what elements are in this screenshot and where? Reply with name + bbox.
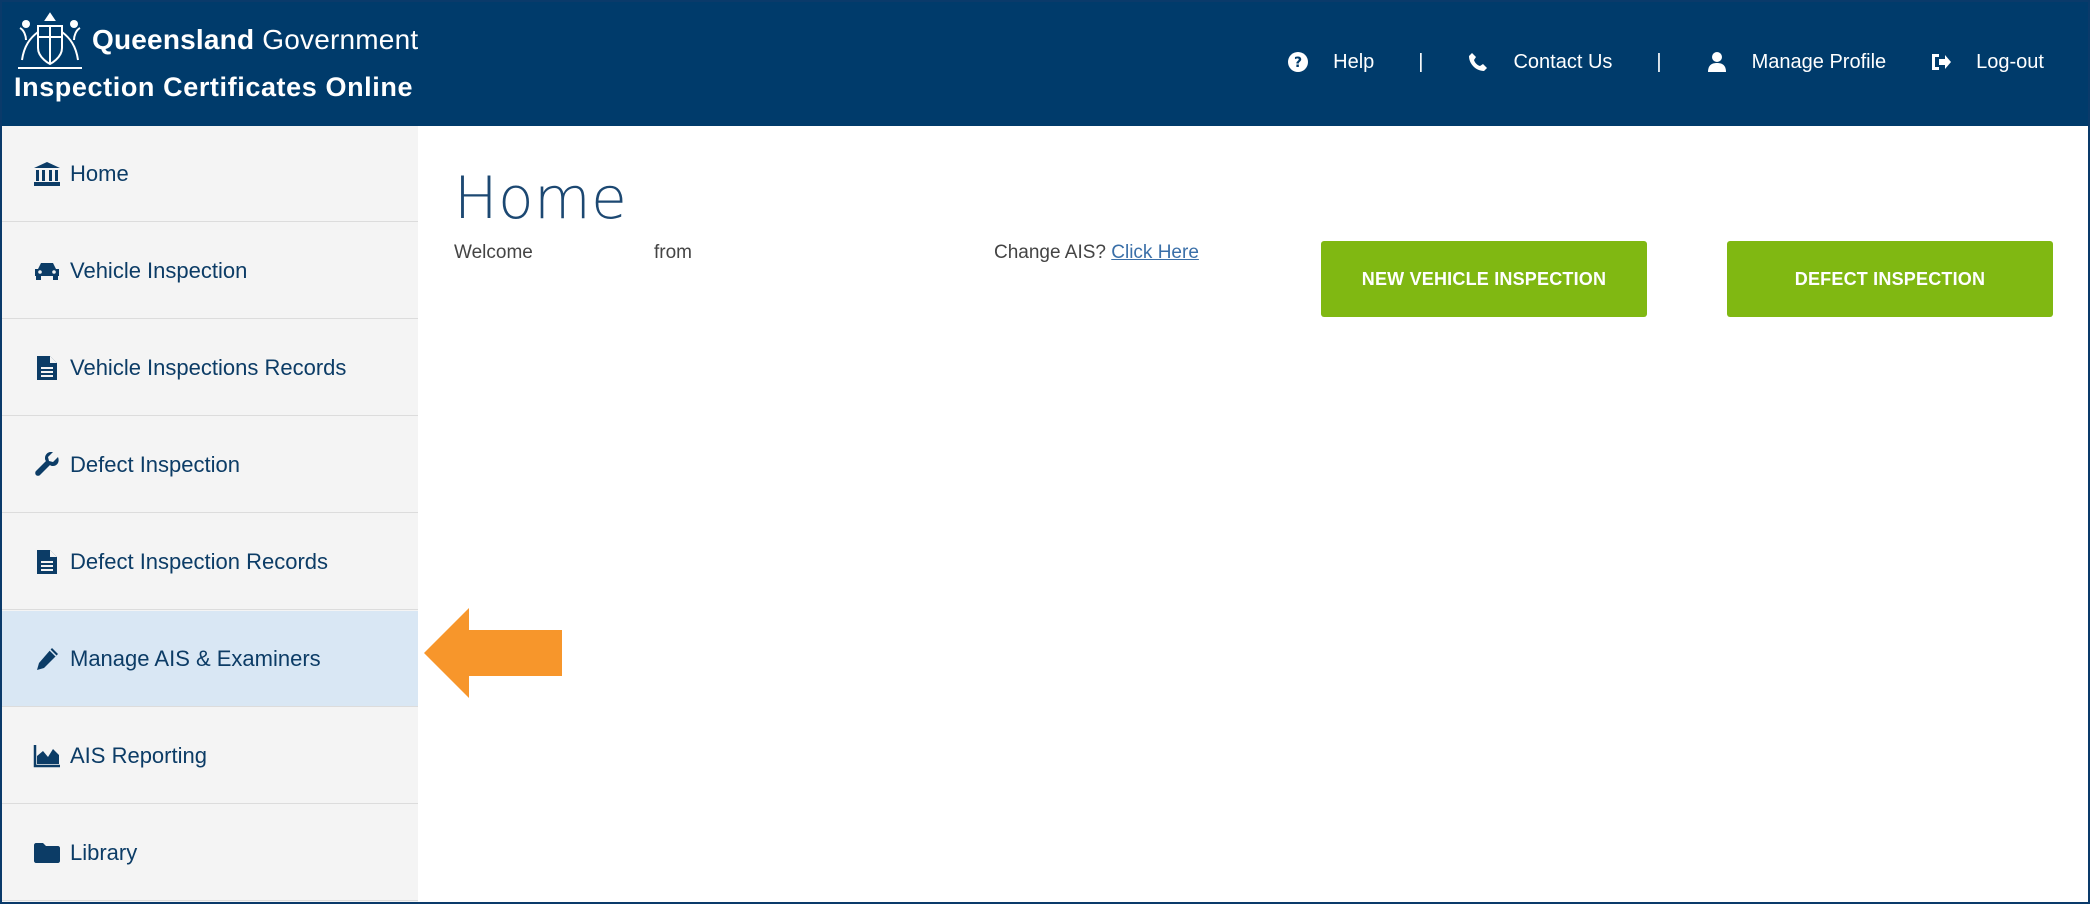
phone-icon xyxy=(1467,51,1489,73)
sidebar-item-home[interactable]: Home xyxy=(2,126,418,222)
sidebar-item-defect-inspection-records[interactable]: Defect Inspection Records xyxy=(2,514,418,610)
from-text: from xyxy=(654,242,692,263)
queensland-crest-icon xyxy=(18,12,82,69)
sidebar-item-label: Defect Inspection Records xyxy=(70,548,329,574)
change-ais: Change AIS? Click Here xyxy=(994,242,1199,264)
sidebar-item-defect-inspection[interactable]: Defect Inspection xyxy=(2,417,418,513)
help-link[interactable]: ? Help xyxy=(1287,51,1374,74)
help-link-label: Help xyxy=(1333,50,1375,73)
sidebar-item-label: Vehicle Inspection xyxy=(70,257,248,283)
sidebar-item-label: Defect Inspection xyxy=(70,451,240,477)
document-icon xyxy=(32,547,62,577)
wrench-icon xyxy=(32,450,62,480)
brand-wordmark[interactable]: Queensland Government xyxy=(92,24,418,56)
new-vehicle-inspection-button[interactable]: NEW VEHICLE INSPECTION xyxy=(1321,241,1647,317)
folder-icon xyxy=(32,838,62,868)
sidebar-item-vehicle-inspection[interactable]: Vehicle Inspection xyxy=(2,223,418,319)
page-title: Home xyxy=(454,164,628,232)
contact-us-link[interactable]: Contact Us xyxy=(1467,51,1612,74)
sidebar-item-ais-reporting[interactable]: AIS Reporting xyxy=(2,708,418,804)
sidebar-item-vehicle-inspections-records[interactable]: Vehicle Inspections Records xyxy=(2,320,418,416)
question-circle-icon: ? xyxy=(1287,51,1309,73)
change-ais-link[interactable]: Click Here xyxy=(1111,242,1199,263)
pencil-icon xyxy=(32,644,62,674)
sidebar-item-label: Library xyxy=(70,839,138,865)
defect-inspection-button[interactable]: DEFECT INSPECTION xyxy=(1727,241,2053,317)
main-content: Home Welcome from Change AIS? Click Here… xyxy=(418,126,2088,902)
document-icon xyxy=(32,353,62,383)
sidebar-item-label: Vehicle Inspections Records xyxy=(70,354,347,380)
logout-icon xyxy=(1930,51,1952,73)
manage-profile-link-label: Manage Profile xyxy=(1751,50,1887,73)
sidebar-item-label: Home xyxy=(70,160,129,186)
sidebar-item-label: Manage AIS & Examiners xyxy=(70,645,321,671)
contact-us-link-label: Contact Us xyxy=(1513,50,1613,73)
logout-link[interactable]: Log-out xyxy=(1930,51,2044,74)
manage-profile-link[interactable]: Manage Profile xyxy=(1706,50,1887,74)
change-ais-prompt: Change AIS? xyxy=(994,242,1106,263)
welcome-text: Welcome xyxy=(454,242,533,263)
car-icon xyxy=(32,256,62,286)
user-icon xyxy=(1706,51,1728,73)
brand-name-bold: Queensland xyxy=(92,24,255,55)
sidebar-item-library[interactable]: Library xyxy=(2,805,418,901)
bank-icon xyxy=(32,159,62,189)
sidebar: Home Vehicle Inspection Vehicle Inspecti… xyxy=(2,126,418,902)
svg-text:?: ? xyxy=(1294,55,1302,71)
nav-separator: | xyxy=(1418,50,1424,73)
top-navigation: ? Help | Contact Us | Manage Profile Log… xyxy=(1287,42,2044,82)
callout-arrow-icon xyxy=(424,608,562,698)
brand-name-light: Government xyxy=(262,24,419,55)
nav-separator: | xyxy=(1656,50,1662,73)
area-chart-icon xyxy=(32,741,62,771)
sidebar-item-label: AIS Reporting xyxy=(70,742,207,768)
app-title: Inspection Certificates Online xyxy=(14,72,414,102)
site-header: Queensland Government Inspection Certifi… xyxy=(2,2,2088,126)
sidebar-item-manage-ais-examiners[interactable]: Manage AIS & Examiners xyxy=(2,611,418,707)
logout-link-label: Log-out xyxy=(1976,50,2044,73)
app-window: Queensland Government Inspection Certifi… xyxy=(0,0,2090,904)
